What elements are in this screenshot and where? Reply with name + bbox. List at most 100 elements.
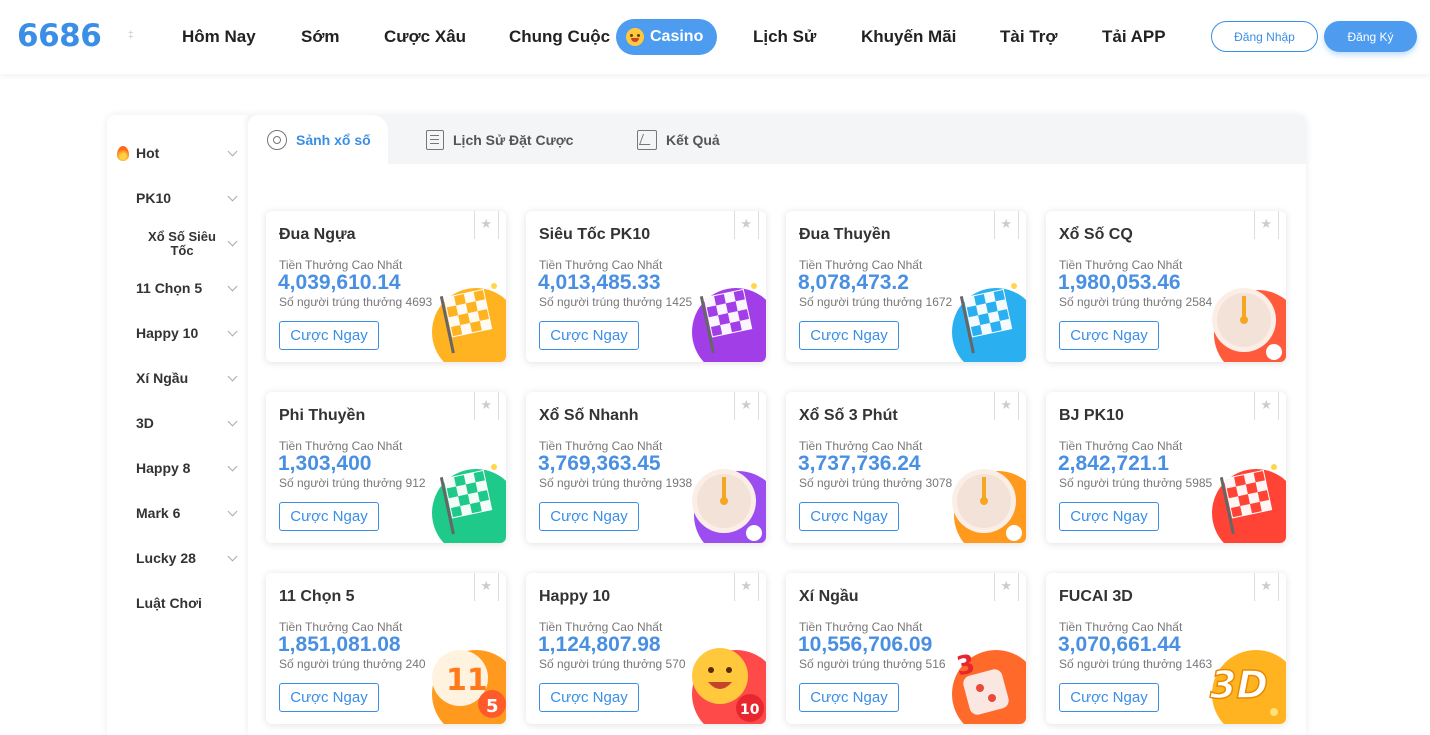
game-card[interactable]: 11 Chọn 5 Tiền Thưởng Cao Nhất 1,851,081… [266, 573, 506, 724]
game-card[interactable]: Xí Ngầu Tiền Thưởng Cao Nhất 10,556,706.… [786, 573, 1026, 724]
bet-now-button[interactable]: Cược Ngay [1059, 321, 1159, 350]
bet-now-button[interactable]: Cược Ngay [279, 321, 379, 350]
bet-now-button[interactable]: Cược Ngay [799, 502, 899, 531]
game-art-icon [1204, 280, 1286, 362]
star-icon: ★ [1000, 578, 1012, 593]
sidebar-item-hot[interactable]: Hot [107, 145, 248, 165]
prize-caption: Tiền Thưởng Cao Nhất [799, 439, 923, 453]
login-button[interactable]: Đăng Nhập [1211, 21, 1318, 52]
nav-parlay[interactable]: Cược Xâu [384, 27, 466, 47]
game-title: Xổ Số Nhanh [539, 407, 639, 424]
nav-sponsor[interactable]: Tài Trợ [1000, 27, 1057, 47]
chevron-down-icon [227, 416, 238, 427]
chart-icon [637, 129, 657, 150]
game-art-icon: 3D [1204, 642, 1286, 724]
nav-today[interactable]: Hôm Nay [182, 27, 256, 47]
winner-count: Số người trúng thưởng 3078 [799, 476, 953, 490]
category-sidebar: Hot PK10 Xổ Số Siêu Tốc 11 Chọn 5 Happy … [107, 115, 248, 735]
tab-label: Sảnh xổ số [296, 131, 371, 148]
sidebar-item-label: Xí Ngầu [136, 370, 189, 386]
game-title: Xí Ngầu [799, 588, 859, 605]
site-logo[interactable]: 6686 [17, 18, 102, 54]
svg-text:11: 11 [446, 663, 488, 698]
chevron-down-icon [227, 506, 238, 517]
bet-now-button[interactable]: Cược Ngay [1059, 683, 1159, 712]
top-prize: 1,303,400 [278, 452, 372, 475]
tab-results[interactable]: Kết Quả [637, 115, 720, 164]
bet-now-button[interactable]: Cược Ngay [539, 502, 639, 531]
game-card[interactable]: Siêu Tốc PK10 Tiền Thưởng Cao Nhất 4,013… [526, 211, 766, 362]
bet-now-button[interactable]: Cược Ngay [799, 321, 899, 350]
game-card[interactable]: Happy 10 Tiền Thưởng Cao Nhất 1,124,807.… [526, 573, 766, 724]
bet-now-button[interactable]: Cược Ngay [539, 321, 639, 350]
winner-count: Số người trúng thưởng 1672 [799, 295, 953, 309]
bet-now-button[interactable]: Cược Ngay [1059, 502, 1159, 531]
game-card[interactable]: Đua Thuyền Tiền Thưởng Cao Nhất 8,078,47… [786, 211, 1026, 362]
game-card[interactable]: Đua Ngựa Tiền Thưởng Cao Nhất 4,039,610.… [266, 211, 506, 362]
game-art-icon [944, 461, 1026, 543]
chevron-down-icon [227, 326, 238, 337]
winner-count: Số người trúng thưởng 2584 [1059, 295, 1213, 309]
nav-promotions[interactable]: Khuyến Mãi [861, 27, 956, 47]
sidebar-item-3d[interactable]: 3D [107, 415, 248, 435]
winner-count: Số người trúng thưởng 912 [279, 476, 426, 490]
prize-caption: Tiền Thưởng Cao Nhất [539, 258, 663, 272]
top-prize: 1,980,053.46 [1058, 271, 1181, 294]
game-art-icon [944, 280, 1026, 362]
sidebar-item-happy-8[interactable]: Happy 8 [107, 460, 248, 480]
sidebar-item-rules[interactable]: Luật Chơi [107, 595, 248, 615]
top-prize: 1,851,081.08 [278, 633, 401, 656]
sidebar-item-mark-6[interactable]: Mark 6 [107, 505, 248, 525]
bet-now-button[interactable]: Cược Ngay [799, 683, 899, 712]
game-card[interactable]: Xổ Số CQ Tiền Thưởng Cao Nhất 1,980,053.… [1046, 211, 1286, 362]
game-title: Phi Thuyền [279, 407, 366, 424]
star-icon: ★ [740, 397, 752, 412]
tab-label: Kết Quả [666, 131, 720, 148]
sidebar-item-lucky-28[interactable]: Lucky 28 [107, 550, 248, 570]
winner-count: Số người trúng thưởng 1938 [539, 476, 693, 490]
top-prize: 3,769,363.45 [538, 452, 661, 475]
bet-now-button[interactable]: Cược Ngay [539, 683, 639, 712]
sidebar-item-label: Happy 10 [136, 325, 199, 341]
game-card[interactable]: Xổ Số 3 Phút Tiền Thưởng Cao Nhất 3,737,… [786, 392, 1026, 543]
sidebar-item-super-speed-lottery[interactable]: Xổ Số Siêu Tốc [107, 230, 248, 260]
tab-lottery-lobby[interactable]: Sảnh xổ số [267, 115, 371, 164]
winner-count: Số người trúng thưởng 5985 [1059, 476, 1213, 490]
bet-now-button[interactable]: Cược Ngay [279, 683, 379, 712]
game-title: Siêu Tốc PK10 [539, 226, 651, 243]
star-icon: ★ [1000, 397, 1012, 412]
bet-now-button[interactable]: Cược Ngay [279, 502, 379, 531]
document-icon [426, 129, 444, 150]
chevron-down-icon [227, 236, 238, 247]
prize-caption: Tiền Thưởng Cao Nhất [799, 620, 923, 634]
prize-caption: Tiền Thưởng Cao Nhất [1059, 620, 1183, 634]
sidebar-item-pk10[interactable]: PK10 [107, 190, 248, 210]
nav-casino[interactable]: Casino [616, 19, 717, 55]
svg-text:3: 3 [954, 649, 977, 682]
register-button[interactable]: Đăng Ký [1324, 21, 1417, 52]
chevron-down-icon [227, 461, 238, 472]
sidebar-item-label: PK10 [136, 190, 172, 206]
sidebar-item-label: 11 Chọn 5 [136, 280, 203, 296]
winner-count: Số người trúng thưởng 1463 [1059, 657, 1213, 671]
nav-download-app[interactable]: Tải APP [1102, 27, 1166, 47]
star-icon: ★ [740, 578, 752, 593]
game-card[interactable]: Xổ Số Nhanh Tiền Thưởng Cao Nhất 3,769,3… [526, 392, 766, 543]
tab-bet-history[interactable]: Lịch Sử Đặt Cược [426, 115, 573, 164]
game-card[interactable]: FUCAI 3D Tiền Thưởng Cao Nhất 3,070,661.… [1046, 573, 1286, 724]
winner-count: Số người trúng thưởng 4693 [279, 295, 433, 309]
game-card[interactable]: BJ PK10 Tiền Thưởng Cao Nhất 2,842,721.1… [1046, 392, 1286, 543]
svg-text:5: 5 [486, 696, 499, 717]
game-title: Đua Ngựa [279, 226, 356, 243]
prize-caption: Tiền Thưởng Cao Nhất [279, 620, 403, 634]
svg-text:3D: 3D [1210, 663, 1268, 707]
sidebar-item-11-choose-5[interactable]: 11 Chọn 5 [107, 280, 248, 300]
nav-history[interactable]: Lịch Sử [753, 27, 816, 47]
game-card[interactable]: Phi Thuyền Tiền Thưởng Cao Nhất 1,303,40… [266, 392, 506, 543]
sidebar-item-dice[interactable]: Xí Ngầu [107, 370, 248, 390]
top-header: 6686 ‡ Hôm Nay Sớm Cược Xâu Chung Cuộc C… [0, 0, 1430, 74]
sidebar-item-happy-10[interactable]: Happy 10 [107, 325, 248, 345]
nav-early[interactable]: Sớm [301, 27, 340, 47]
star-icon: ★ [740, 216, 752, 231]
nav-outright[interactable]: Chung Cuộc [509, 27, 610, 47]
